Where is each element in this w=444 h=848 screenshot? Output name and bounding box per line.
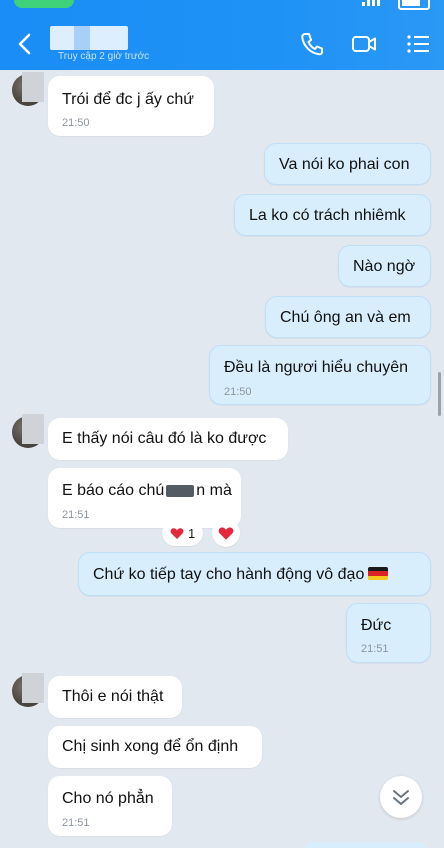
- message-outgoing[interactable]: Đều là ngươi hiểu chuyên 21:50: [209, 345, 431, 405]
- message-incoming[interactable]: E báo cáo chú n mà 21:51: [48, 468, 241, 528]
- message-outgoing[interactable]: Nào ngờ: [338, 245, 431, 287]
- message-outgoing[interactable]: Chứ ko tiếp tay cho hành động vô đạo: [78, 552, 431, 596]
- contact-avatar[interactable]: [12, 673, 44, 707]
- message-time: 21:51: [361, 643, 389, 655]
- contact-name-redacted[interactable]: [50, 26, 128, 50]
- message-incoming[interactable]: Thôi e nói thật: [48, 676, 182, 718]
- reaction-count: 1: [188, 525, 196, 541]
- heart-icon: [218, 526, 234, 540]
- scroll-to-bottom-button[interactable]: [380, 776, 422, 818]
- message-incoming[interactable]: Cho nó phẳn 21:51: [48, 776, 172, 836]
- status-bar: [0, 0, 444, 14]
- message-time: 21:50: [224, 386, 252, 398]
- message-outgoing[interactable]: Đức 21:51: [346, 603, 431, 663]
- message-time: 21:51: [62, 509, 90, 521]
- phone-icon[interactable]: [298, 30, 326, 58]
- message-outgoing[interactable]: Chú ông an và em: [265, 296, 431, 338]
- status-indicator: [14, 0, 74, 8]
- message-outgoing[interactable]: La ko có trách nhiêmk: [234, 194, 431, 236]
- message-outgoing[interactable]: Va nói ko phai con: [264, 143, 431, 185]
- signal-icon: [362, 0, 380, 6]
- contact-avatar[interactable]: [12, 414, 44, 448]
- redacted-text: [166, 484, 195, 497]
- heart-icon: [170, 527, 184, 539]
- video-call-icon[interactable]: [350, 30, 378, 58]
- contact-avatar[interactable]: [12, 72, 44, 106]
- message-incoming[interactable]: E thấy nói câu đó là ko được: [48, 418, 288, 460]
- battery-icon: [398, 0, 430, 10]
- back-icon[interactable]: [14, 30, 36, 58]
- message-outgoing-partial: [306, 842, 426, 848]
- message-time: 21:50: [62, 117, 90, 129]
- chat-header: Truy cập 2 giờ trước: [0, 0, 444, 70]
- menu-list-icon[interactable]: [404, 30, 432, 58]
- message-time: 21:51: [62, 817, 90, 829]
- scrollbar[interactable]: [438, 372, 441, 416]
- germany-flag-icon: [368, 567, 389, 580]
- message-incoming[interactable]: Trói để đc j ấy chứ 21:50: [48, 76, 214, 136]
- last-seen-status: Truy cập 2 giờ trước: [58, 51, 150, 62]
- react-button[interactable]: [212, 519, 240, 547]
- message-incoming[interactable]: Chị sinh xong để ổn định: [48, 726, 262, 768]
- reaction-summary[interactable]: 1: [162, 520, 204, 546]
- double-chevron-down-icon: [393, 790, 409, 805]
